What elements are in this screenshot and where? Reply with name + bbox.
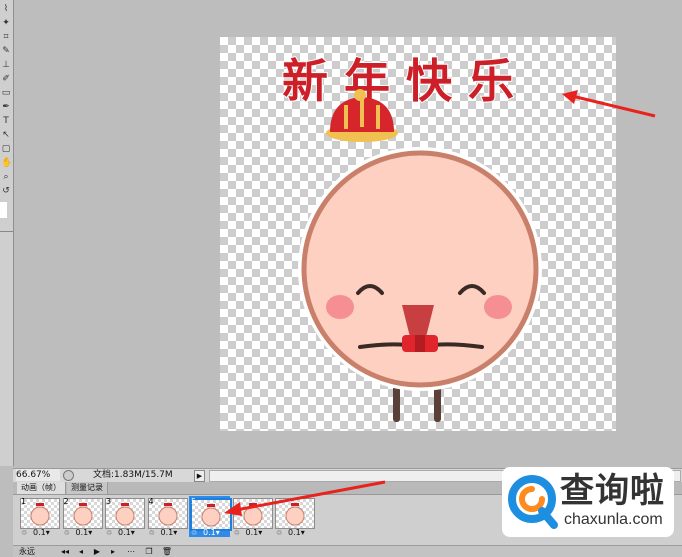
pen-icon[interactable]: ✒: [1, 102, 11, 113]
watermark-chinese-text: 查询啦: [560, 471, 665, 511]
eraser-icon[interactable]: ▭: [1, 88, 11, 99]
frame-number: 2: [63, 497, 69, 506]
type-icon[interactable]: T: [1, 116, 11, 127]
annotation-arrow-frame-icon: [224, 480, 386, 516]
play-icon[interactable]: ▶: [91, 546, 103, 557]
animation-controls: 永远 ◂◂ ◂ ▶ ▸ ⋯ ❐ 🗑: [13, 545, 682, 557]
lasso-icon[interactable]: ⌇: [1, 4, 11, 15]
frame-number: 1: [21, 497, 27, 506]
stamp-icon[interactable]: ⊥: [1, 60, 11, 71]
swap-colors-icon[interactable]: ↺: [1, 186, 11, 197]
first-frame-icon[interactable]: ◂◂: [59, 546, 71, 557]
background-color-swatch[interactable]: [0, 202, 7, 218]
frame-delay-select[interactable]: 0.1▾: [76, 529, 93, 537]
frame-delay-select[interactable]: 0.1▾: [203, 529, 220, 537]
greeting-text: 新 年 快 乐: [282, 54, 514, 108]
frame-disposal-icon[interactable]: ♲: [234, 529, 240, 537]
frame-number: 5: [191, 497, 197, 506]
right-cheek: [484, 295, 512, 319]
frame-disposal-icon[interactable]: ♲: [106, 529, 112, 537]
tools-panel: ⌇ ✦ ⌗ ✎ ⊥ ✐ ▭ ✒ T ↖ ▢ ✋ ⌕ ↺: [0, 0, 14, 466]
annotation-arrow-icon: [562, 90, 656, 118]
shape-icon[interactable]: ▢: [1, 144, 11, 155]
tab-animation-frames[interactable]: 动画（帧）: [17, 482, 66, 494]
next-frame-icon[interactable]: ▸: [107, 546, 119, 557]
loop-count-select[interactable]: 永远: [19, 546, 35, 557]
frame-disposal-icon[interactable]: ♲: [149, 529, 155, 537]
document-canvas[interactable]: 新 年 快 乐: [220, 37, 616, 431]
toolbar-divider: [0, 231, 13, 232]
new-year-sticker-artwork: 新 年 快 乐: [281, 53, 542, 422]
animation-frame[interactable]: 4 ♲ 0.1▾: [147, 496, 188, 537]
animation-frame[interactable]: 3 ♲ 0.1▾: [104, 496, 145, 537]
status-menu-arrow-icon[interactable]: ▶: [194, 470, 205, 482]
tab-history[interactable]: 测量记录: [67, 482, 108, 494]
left-cheek: [326, 295, 354, 319]
zoom-tool-icon[interactable]: ⌕: [1, 172, 11, 183]
frame-number: 4: [148, 497, 154, 506]
zoom-level-field[interactable]: 66.67%: [16, 469, 60, 481]
frame-disposal-icon[interactable]: ♲: [276, 529, 282, 537]
watermark-url: chaxunla.com: [564, 511, 663, 528]
tween-icon[interactable]: ⋯: [125, 546, 137, 557]
frame-disposal-icon[interactable]: ♲: [191, 529, 197, 537]
frame-delay-select[interactable]: 0.1▾: [118, 529, 135, 537]
duplicate-frame-icon[interactable]: ❐: [143, 546, 155, 557]
history-brush-icon[interactable]: ✐: [1, 74, 11, 85]
path-select-icon[interactable]: ↖: [1, 130, 11, 141]
zoom-icon[interactable]: [63, 470, 74, 481]
frame-delay-select[interactable]: 0.1▾: [288, 529, 305, 537]
crop-icon[interactable]: ⌗: [1, 32, 11, 43]
hand-icon[interactable]: ✋: [1, 158, 12, 169]
magic-wand-icon[interactable]: ✦: [1, 18, 11, 29]
animation-frame[interactable]: 2 ♲ 0.1▾: [62, 496, 103, 537]
frame-delay-select[interactable]: 0.1▾: [246, 529, 263, 537]
frame-delay-select[interactable]: 0.1▾: [161, 529, 178, 537]
chaxunla-watermark: 查询啦 chaxunla.com: [502, 467, 674, 537]
prev-frame-icon[interactable]: ◂: [75, 546, 87, 557]
frame-number: 3: [106, 497, 112, 506]
document-size-info: 文档:1.83M/15.7M: [93, 470, 173, 480]
animation-frame[interactable]: 1 ♲ 0.1▾: [19, 496, 60, 537]
brush-icon[interactable]: ✎: [1, 46, 11, 57]
delete-frame-icon[interactable]: 🗑: [161, 546, 173, 557]
frame-disposal-icon[interactable]: ♲: [21, 529, 27, 537]
chaxunla-logo-icon: [508, 475, 558, 529]
frame-delay-select[interactable]: 0.1▾: [33, 529, 50, 537]
frame-disposal-icon[interactable]: ♲: [64, 529, 70, 537]
